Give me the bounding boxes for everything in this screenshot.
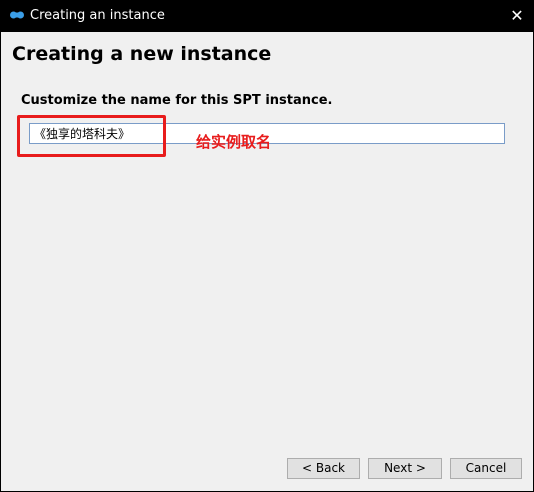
page-title: Creating a new instance — [12, 43, 272, 65]
back-button[interactable]: < Back — [287, 458, 360, 479]
close-button[interactable]: ✕ — [506, 6, 528, 26]
instance-name-label: Customize the name for this SPT instance… — [21, 93, 333, 108]
cancel-button[interactable]: Cancel — [450, 458, 522, 479]
annotation-label: 给实例取名 — [196, 133, 272, 151]
dialog-window: Creating an instance ✕ Creating a new in… — [0, 0, 534, 492]
title-bar[interactable]: Creating an instance ✕ — [0, 0, 534, 32]
infinity-logo-icon — [10, 11, 24, 19]
window-title: Creating an instance — [30, 8, 165, 23]
wizard-content: Creating a new instance Customize the na… — [1, 32, 533, 491]
next-button[interactable]: Next > — [368, 458, 442, 479]
